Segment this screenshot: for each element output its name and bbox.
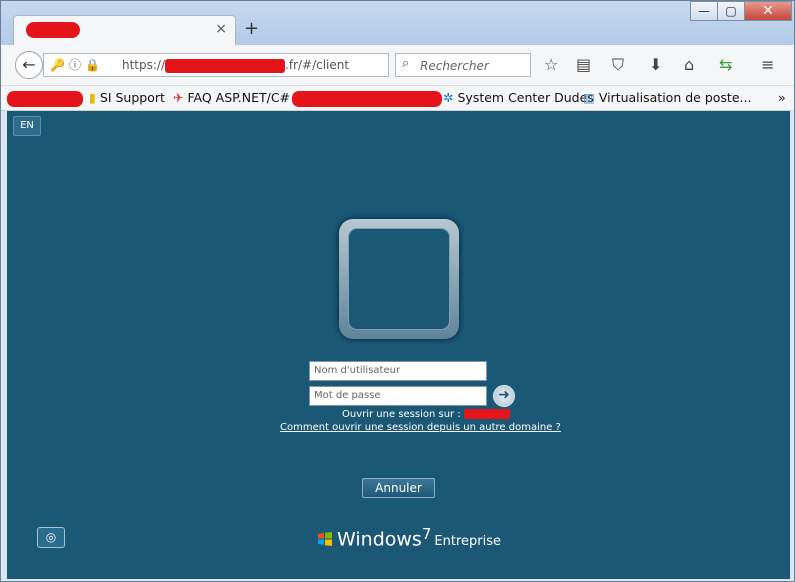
tab-title-redacted (26, 22, 81, 38)
user-avatar-frame (339, 219, 459, 339)
tab-close-icon[interactable]: × (215, 21, 227, 37)
other-domain-link[interactable]: Comment ouvrir une session depuis un aut… (280, 422, 561, 433)
password-input[interactable]: Mot de passe (309, 386, 487, 406)
maximize-button[interactable]: ▢ (717, 1, 745, 21)
cancel-button[interactable]: Annuler (362, 478, 435, 498)
faq-icon: ✈ (173, 90, 184, 105)
home-icon[interactable]: ⌂ (684, 55, 694, 74)
url-text: https://.fr/#/client (122, 58, 350, 73)
redaction (292, 90, 443, 107)
url-bar[interactable]: 🔑ⓘ🔒 https://.fr/#/client ⟳ (43, 53, 416, 77)
login-arrow-button[interactable]: ➜ (493, 385, 515, 407)
reader-icon[interactable]: ▤ (576, 55, 591, 74)
bookmark-system-center-dudes[interactable]: ✲ System Center Dudes (443, 90, 594, 105)
download-icon[interactable]: ⬇ (649, 55, 662, 74)
minimize-button[interactable]: — (690, 1, 718, 21)
ease-of-access-button[interactable]: ◎ (37, 527, 65, 548)
search-bar[interactable]: ⌕ Rechercher (395, 53, 531, 77)
lock-icon: 🔒 (84, 58, 104, 72)
user-avatar (348, 228, 450, 330)
windows-logo: Windows7 Entreprise (317, 525, 501, 550)
folder-icon: ▮ (89, 90, 96, 105)
tab-active[interactable]: × (13, 15, 236, 46)
domain-redaction (463, 409, 510, 419)
close-window-button[interactable]: ✕ (744, 1, 792, 21)
navigation-toolbar: ← 🔑ⓘ🔒 https://.fr/#/client ⟳ ⌕ Recherche… (1, 45, 794, 86)
new-tab-button[interactable]: + (244, 18, 259, 39)
bookmark-virtualisation[interactable]: ▥ Virtualisation de poste... (583, 90, 751, 105)
pocket-icon[interactable]: ⛉ (612, 55, 624, 75)
sync-icon[interactable]: ⇆ (719, 55, 732, 74)
bookmarks-overflow-button[interactable]: » (778, 90, 786, 105)
dudes-icon: ✲ (443, 90, 454, 105)
bookmark-faq-asp[interactable]: ✈ FAQ ASP.NET/C# (173, 90, 443, 107)
login-screen: EN Nom d'utilisateur Mot de passe ➜ Ouvr… (7, 111, 790, 579)
bookmarks-toolbar: ▮ SI Support ✈ FAQ ASP.NET/C# ✲ System Cent… (1, 86, 794, 111)
ease-of-access-icon: ◎ (45, 530, 57, 544)
windows-flag-icon (318, 532, 332, 547)
url-redaction (165, 58, 286, 73)
language-button[interactable]: EN (13, 116, 41, 136)
title-bar: — ▢ ✕ × + (1, 1, 794, 46)
bookmark-si-support[interactable]: ▮ SI Support (89, 90, 165, 105)
browser-window: — ▢ ✕ × + ← 🔑ⓘ🔒 https://.fr/#/client ⟳ ⌕… (0, 0, 795, 582)
star-icon[interactable]: ☆ (544, 55, 558, 74)
bookmark-redacted[interactable] (7, 90, 83, 107)
username-input[interactable]: Nom d'utilisateur (309, 361, 487, 381)
redaction (7, 90, 83, 107)
menu-icon[interactable]: ≡ (761, 55, 774, 74)
back-icon[interactable]: ← (15, 51, 43, 79)
session-domain-label: Ouvrir une session sur : (342, 409, 510, 420)
page-icon: ▥ (583, 90, 595, 105)
search-placeholder: Rechercher (420, 59, 489, 73)
search-icon: ⌕ (402, 56, 410, 71)
url-info-icons: 🔑ⓘ🔒 (50, 58, 104, 72)
